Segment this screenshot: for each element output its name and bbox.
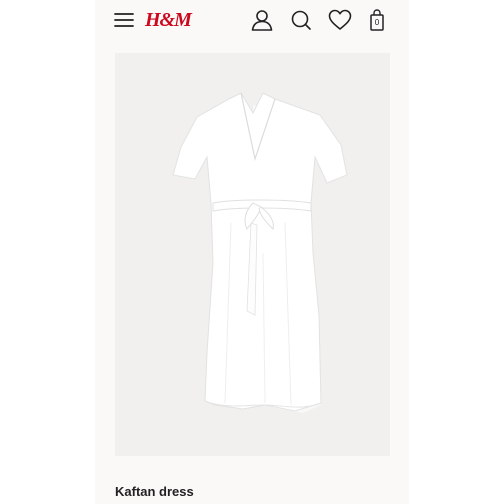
menu-icon <box>114 12 134 28</box>
brand-logo[interactable]: H&M <box>145 8 192 32</box>
favourites-button[interactable] <box>328 9 352 31</box>
search-button[interactable] <box>290 9 312 31</box>
search-icon <box>290 9 312 31</box>
app-frame: H&M 0 Kaftan dress <box>95 0 409 504</box>
product-title[interactable]: Kaftan dress <box>115 484 194 500</box>
kaftan-dress-illustration <box>172 92 348 413</box>
account-icon <box>251 9 273 31</box>
product-image[interactable] <box>115 53 390 456</box>
bag-count-badge: 0 <box>374 18 380 27</box>
heart-icon <box>328 9 352 31</box>
shopping-bag-button[interactable]: 0 <box>370 9 384 31</box>
header: H&M 0 <box>95 0 409 42</box>
account-button[interactable] <box>251 9 273 31</box>
menu-button[interactable] <box>114 12 134 28</box>
